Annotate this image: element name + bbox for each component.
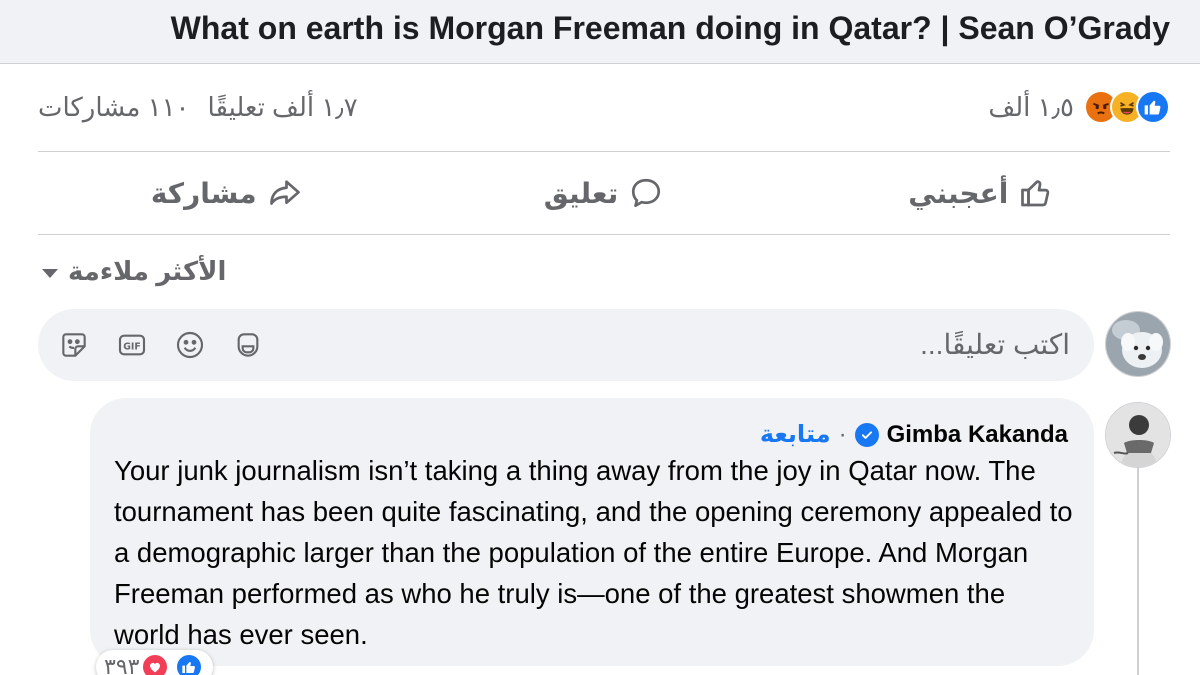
post-title[interactable]: What on earth is Morgan Freeman doing in… — [171, 10, 1170, 47]
share-arrow-icon — [269, 180, 300, 205]
emoji-icon[interactable] — [172, 327, 208, 363]
reply-thread-line — [1137, 468, 1139, 675]
caret-down-icon — [42, 269, 58, 278]
composer-tools: GIF — [56, 327, 266, 363]
actions-divider — [38, 234, 1170, 235]
post-title-bar: What on earth is Morgan Freeman doing in… — [0, 0, 1200, 64]
post-actions: أعجبني تعليق مشاركة — [38, 160, 1170, 226]
comment-bubble: Gimba Kakanda · متابعة Your junk journal… — [90, 398, 1094, 666]
thumbs-up-icon — [1021, 180, 1050, 207]
verified-badge-icon — [854, 422, 879, 447]
comment-input[interactable] — [550, 323, 1070, 367]
comment-composer: GIF — [38, 309, 1094, 381]
sticker-icon[interactable] — [56, 327, 92, 363]
like-button[interactable]: أعجبني — [793, 160, 1170, 226]
comment-reaction-count: ٣٩٣ — [104, 654, 140, 675]
share-button[interactable]: مشاركة — [38, 160, 415, 226]
shares-count[interactable]: ١١٠ مشاركات — [38, 92, 190, 123]
header-separator: · — [838, 420, 847, 448]
post-stats: ١٫٥ ألف ١٫٧ ألف تعليقًا ١١٠ مشاركات — [38, 84, 1170, 132]
like-action-label: أعجبني — [908, 177, 1009, 209]
comment-header: Gimba Kakanda · متابعة — [760, 420, 1068, 449]
sort-label: الأكثر ملاءمة — [68, 256, 227, 286]
reactions-summary[interactable]: ١٫٥ ألف — [988, 90, 1170, 124]
comment-author[interactable]: Gimba Kakanda — [887, 421, 1068, 449]
like-icon — [175, 653, 204, 675]
comment-action-label: تعليق — [543, 177, 619, 209]
follow-link[interactable]: متابعة — [760, 420, 831, 449]
share-action-label: مشاركة — [150, 177, 257, 209]
comment-bubble-icon — [632, 178, 661, 208]
svg-text:GIF: GIF — [123, 341, 141, 352]
comment-text: Your junk journalism isn’t taking a thin… — [114, 455, 1073, 650]
comment-reactions-badge[interactable]: ٣٩٣ — [96, 650, 214, 675]
engagement-counts: ١٫٧ ألف تعليقًا ١١٠ مشاركات — [38, 92, 358, 123]
comment-button[interactable]: تعليق — [415, 160, 792, 226]
gif-icon[interactable]: GIF — [114, 327, 150, 363]
stats-divider — [38, 151, 1170, 152]
current-user-avatar[interactable] — [1105, 311, 1171, 377]
reaction-icons — [1084, 90, 1170, 124]
comment-sort-dropdown[interactable]: الأكثر ملاءمة — [42, 256, 226, 287]
comments-count[interactable]: ١٫٧ ألف تعليقًا — [208, 92, 358, 123]
avatar-sticker-icon[interactable] — [230, 327, 266, 363]
commenter-avatar[interactable] — [1105, 402, 1171, 468]
reactions-count: ١٫٥ ألف — [988, 91, 1074, 122]
love-icon — [141, 653, 170, 675]
like-icon — [1136, 90, 1170, 124]
